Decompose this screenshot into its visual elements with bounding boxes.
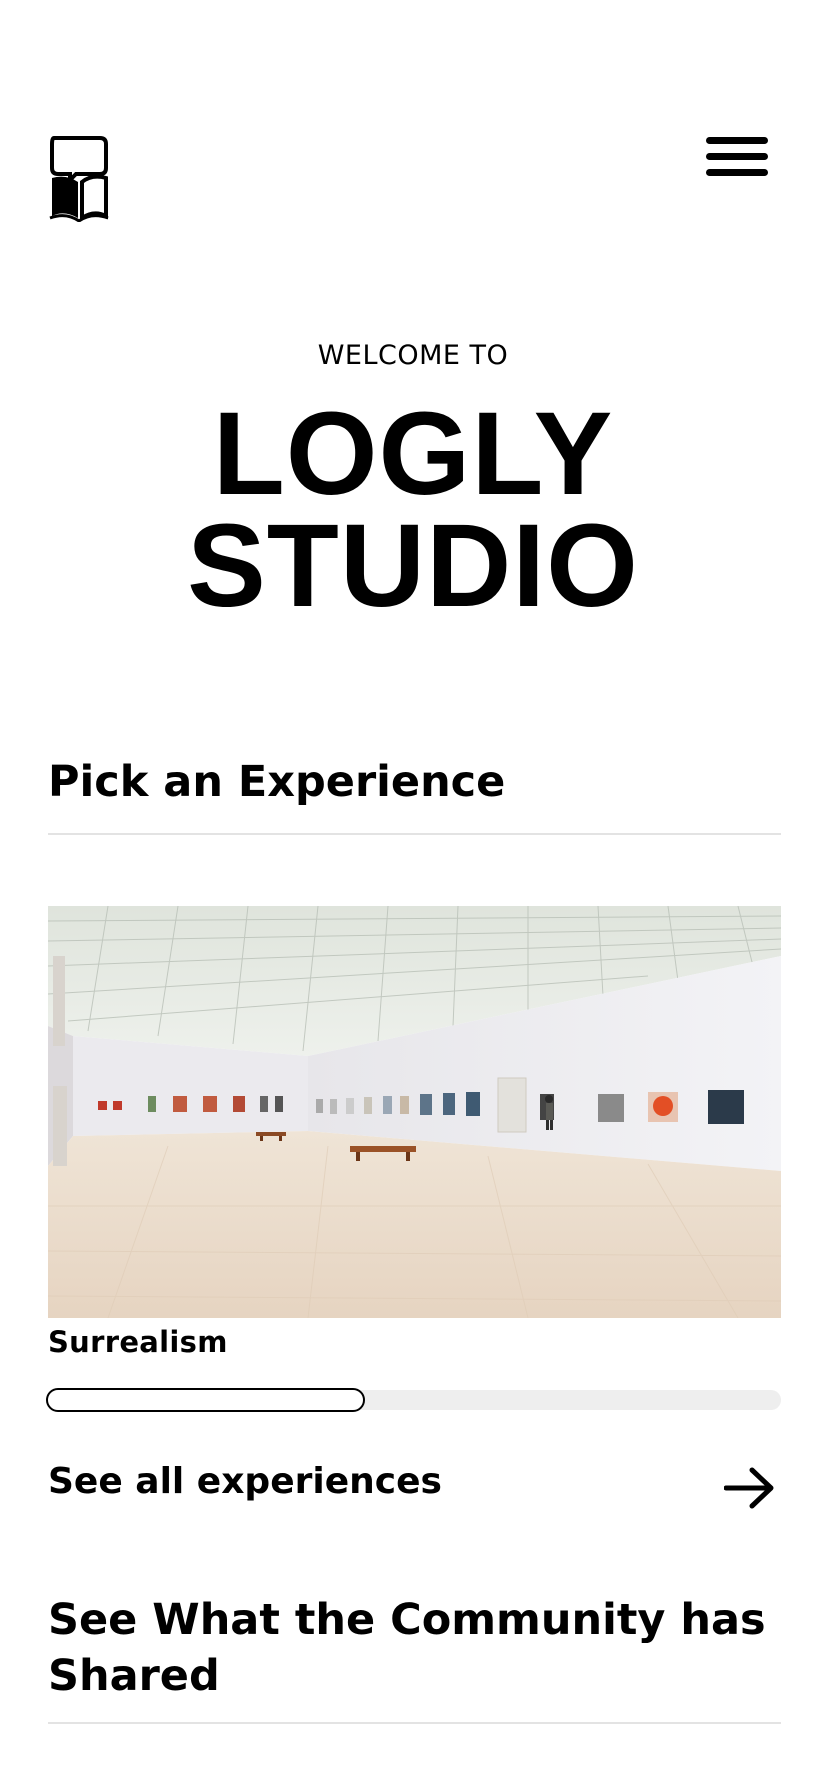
- carousel-scrollbar[interactable]: [46, 1388, 781, 1412]
- menu-bar: [706, 137, 768, 144]
- welcome-label: WELCOME TO: [317, 340, 509, 371]
- experiences-heading: Pick an Experience: [48, 757, 506, 807]
- community-heading: See What the Community has Shared: [48, 1595, 766, 1701]
- experience-name[interactable]: Surrealism: [48, 1322, 228, 1362]
- see-all-experiences-link[interactable]: See all experiences: [48, 1456, 781, 1526]
- title-line-2: STUDIO: [187, 500, 639, 632]
- carousel-scrollbar-thumb[interactable]: [46, 1388, 366, 1412]
- section-divider: [48, 833, 781, 835]
- section-divider: [48, 1722, 781, 1724]
- hamburger-menu-icon[interactable]: [702, 134, 772, 180]
- experience-image[interactable]: [48, 906, 781, 1318]
- book-with-speech-bubble-icon[interactable]: [48, 134, 110, 222]
- menu-bar: [706, 153, 768, 160]
- arrow-right-icon[interactable]: [724, 1466, 776, 1510]
- page-title: LOGLY STUDIO: [0, 388, 826, 632]
- see-all-label: See all experiences: [48, 1461, 442, 1502]
- menu-bar: [706, 169, 768, 176]
- title-line-1: LOGLY: [212, 388, 614, 520]
